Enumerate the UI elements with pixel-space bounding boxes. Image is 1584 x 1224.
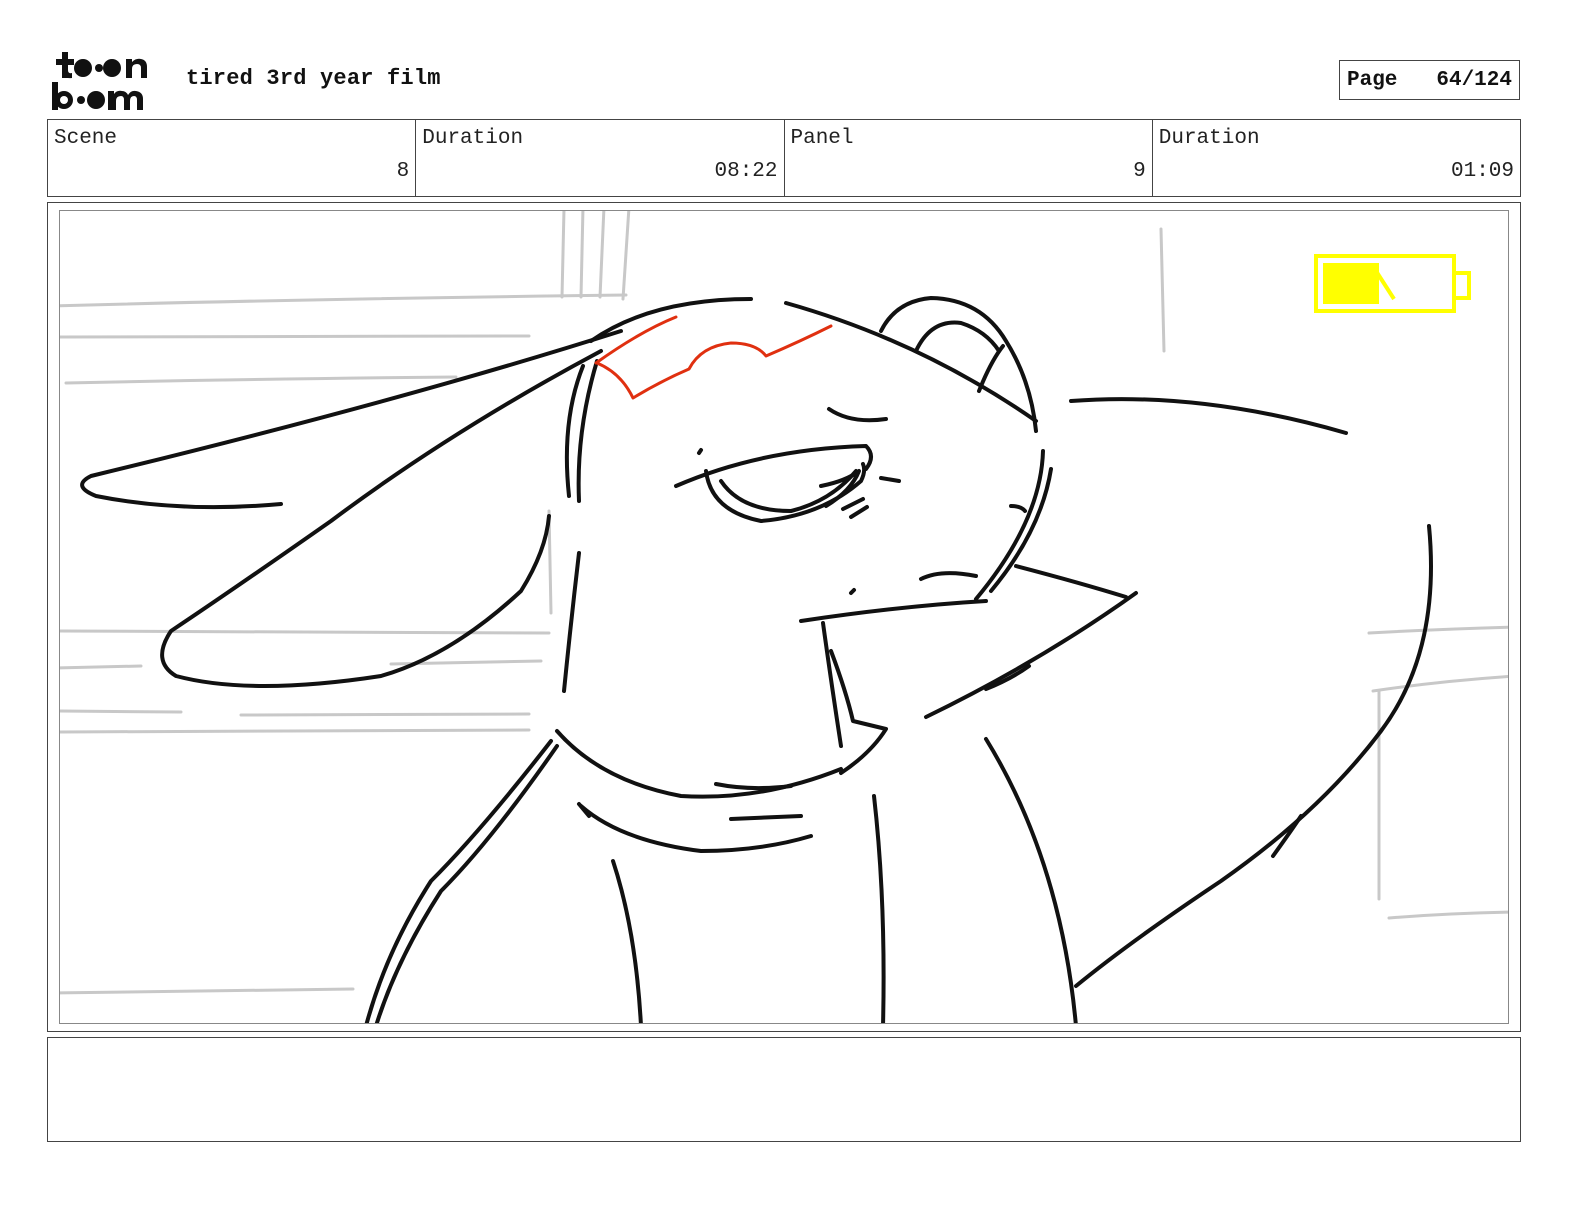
- panel-drawing: [60, 211, 1508, 1023]
- scene-duration-value: 08:22: [714, 160, 778, 183]
- background-lines: [60, 211, 1508, 995]
- scene-label: Scene: [54, 127, 118, 150]
- panel-info-row: Scene 8 Duration 08:22 Panel 9 Duration …: [47, 119, 1521, 197]
- scene-value: 8: [396, 160, 410, 183]
- panel-cell: Panel 9: [785, 120, 1153, 196]
- scene-cell: Scene 8: [48, 120, 417, 196]
- action-notes-box: [47, 1037, 1521, 1142]
- storyboard-panel: [59, 210, 1509, 1024]
- page-label: Page: [1347, 68, 1398, 92]
- panel-duration-cell: Duration 01:09: [1153, 120, 1520, 196]
- toon-boom-logo: [52, 52, 147, 110]
- scene-duration-cell: Duration 08:22: [416, 120, 785, 196]
- character-sketch: [80, 296, 1433, 1023]
- panel-duration-value: 01:09: [1450, 160, 1514, 183]
- project-title: tired 3rd year film: [186, 66, 441, 91]
- brow-mark: [594, 315, 833, 400]
- panel-label: Panel: [790, 127, 854, 150]
- battery-fill: [1323, 263, 1379, 304]
- battery-icon: [1314, 254, 1471, 313]
- page-indicator: Page 64/124: [1339, 60, 1520, 100]
- page-number: 64/124: [1436, 68, 1512, 92]
- panel-value: 9: [1133, 160, 1146, 183]
- panel-duration-label: Duration: [1158, 127, 1260, 150]
- scene-duration-label: Duration: [422, 127, 524, 150]
